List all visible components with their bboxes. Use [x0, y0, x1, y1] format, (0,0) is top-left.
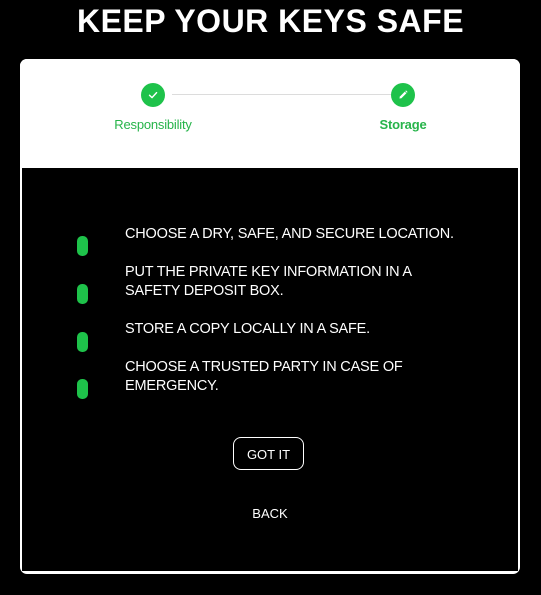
- storage-tips-card: Responsibility Storage CHOOSE A DRY, SAF…: [20, 59, 520, 574]
- got-it-button[interactable]: GOT IT: [233, 437, 304, 470]
- tip-marker-icon: [77, 236, 88, 256]
- step-responsibility[interactable]: Responsibility: [93, 83, 213, 132]
- back-link[interactable]: BACK: [22, 506, 518, 521]
- step-label-responsibility: Responsibility: [114, 117, 192, 132]
- page-title: KEEP YOUR KEYS SAFE: [76, 3, 465, 39]
- tip-text: PUT THE PRIVATE KEY INFORMATION IN A SAF…: [125, 264, 412, 299]
- tip-marker-icon: [77, 332, 88, 352]
- step-completed-indicator: [141, 83, 165, 107]
- tip-text: CHOOSE A DRY, SAFE, AND SECURE LOCATION.: [125, 226, 454, 242]
- tip-marker-icon: [77, 379, 88, 399]
- progress-stepper: Responsibility Storage: [20, 59, 520, 167]
- tip-text: STORE A COPY LOCALLY IN A SAFE.: [125, 321, 370, 337]
- tips-panel: CHOOSE A DRY, SAFE, AND SECURE LOCATION.…: [22, 168, 518, 571]
- step-label-storage: Storage: [379, 117, 427, 132]
- step-active-indicator: [391, 83, 415, 107]
- pencil-icon: [399, 90, 408, 99]
- step-storage[interactable]: Storage: [343, 83, 463, 132]
- tip-marker-icon: [77, 284, 88, 304]
- check-icon: [148, 91, 158, 99]
- tip-text: CHOOSE A TRUSTED PARTY IN CASE OF EMERGE…: [125, 359, 403, 394]
